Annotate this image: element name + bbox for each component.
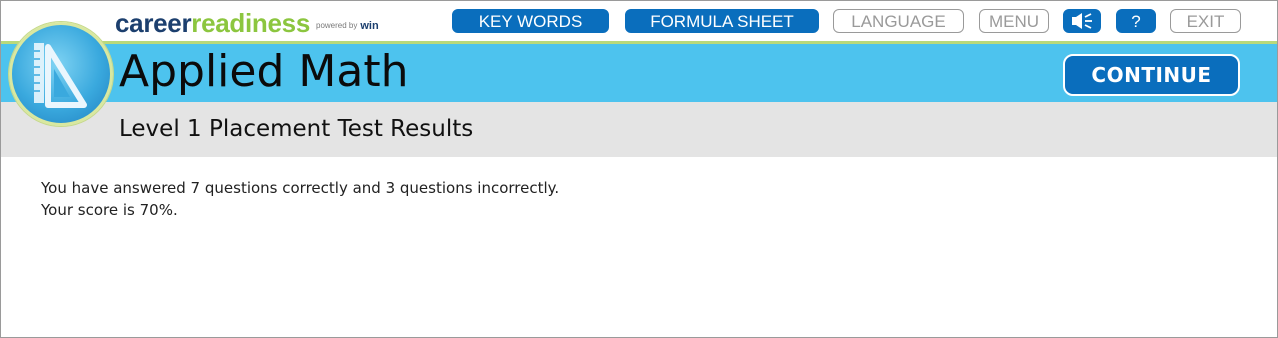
results-panel: You have answered 7 questions correctly … [41, 177, 559, 221]
page-title: Applied Math [119, 46, 409, 97]
language-button[interactable]: LANGUAGE [833, 9, 964, 33]
brand-career-text: career [115, 8, 192, 38]
key-words-button[interactable]: KEY WORDS [452, 9, 609, 33]
section-title: Level 1 Placement Test Results [119, 116, 474, 142]
top-toolbar: career readiness powered by win KEY WORDS… [1, 1, 1277, 43]
help-button[interactable]: ? [1116, 9, 1156, 33]
audio-button[interactable] [1063, 9, 1101, 33]
app-window: career readiness powered by win KEY WORDS… [0, 0, 1278, 338]
speaker-icon [1072, 13, 1092, 29]
brand-powered-text: powered by [316, 21, 358, 30]
ruler-triangle-icon [9, 22, 113, 126]
brand-win-text: win [360, 20, 379, 32]
results-score: Your score is 70%. [41, 201, 178, 219]
continue-button[interactable]: CONTINUE [1063, 54, 1240, 96]
results-summary: You have answered 7 questions correctly … [41, 179, 560, 197]
brand-readiness-text: readiness [191, 8, 310, 38]
exit-button[interactable]: EXIT [1170, 9, 1241, 33]
menu-button[interactable]: MENU [979, 9, 1049, 33]
brand-logo: career readiness powered by win [115, 8, 379, 38]
formula-sheet-button[interactable]: FORMULA SHEET [625, 9, 819, 33]
